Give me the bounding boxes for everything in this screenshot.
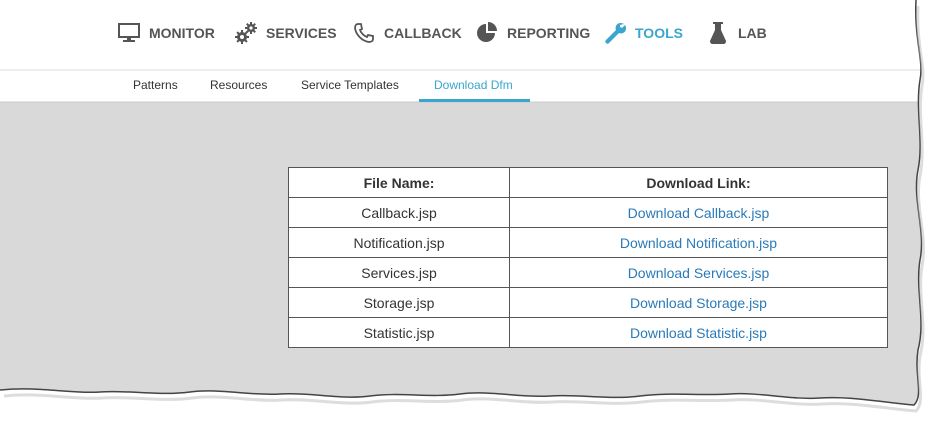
nav-label: CALLBACK	[384, 25, 462, 41]
nav-label: LAB	[738, 25, 767, 41]
nav-lab[interactable]: LAB	[706, 21, 767, 45]
file-name-cell: Services.jsp	[288, 257, 510, 288]
phone-icon	[352, 21, 376, 45]
file-name-cell: Notification.jsp	[288, 227, 510, 258]
download-link-cell: Download Callback.jsp	[509, 197, 888, 228]
download-link-cell: Download Storage.jsp	[509, 287, 888, 318]
flask-icon	[706, 21, 730, 45]
nav-services[interactable]: SERVICES	[234, 21, 337, 45]
file-name-cell: Storage.jsp	[288, 287, 510, 318]
download-link-cell: Download Statistic.jsp	[509, 317, 888, 348]
download-link-cell: Download Services.jsp	[509, 257, 888, 288]
table-row: Storage.jsp Download Storage.jsp	[288, 287, 888, 318]
download-link[interactable]: Download Storage.jsp	[630, 295, 767, 311]
screenshot-frame: MONITOR SERVICES CALLBACK REPORTING TOOL…	[0, 0, 932, 422]
nav-label: TOOLS	[635, 25, 683, 41]
main-nav: MONITOR SERVICES CALLBACK REPORTING TOOL…	[0, 3, 916, 69]
download-link[interactable]: Download Services.jsp	[628, 265, 770, 281]
nav-label: SERVICES	[266, 25, 337, 41]
pie-chart-icon	[475, 21, 499, 45]
active-tab-indicator	[419, 99, 530, 102]
table-row: Services.jsp Download Services.jsp	[288, 257, 888, 288]
tab-resources[interactable]: Resources	[210, 78, 267, 92]
table-row: Notification.jsp Download Notification.j…	[288, 227, 888, 258]
download-link-cell: Download Notification.jsp	[509, 227, 888, 258]
nav-label: REPORTING	[507, 25, 591, 41]
monitor-icon	[117, 21, 141, 45]
table-row: Statistic.jsp Download Statistic.jsp	[288, 317, 888, 348]
download-link[interactable]: Download Callback.jsp	[628, 205, 770, 221]
column-header-download-link: Download Link:	[509, 167, 888, 198]
nav-monitor[interactable]: MONITOR	[117, 21, 215, 45]
table-row: Callback.jsp Download Callback.jsp	[288, 197, 888, 228]
gears-icon	[234, 21, 258, 45]
download-table: File Name: Download Link: Callback.jsp D…	[288, 167, 888, 348]
file-name-cell: Callback.jsp	[288, 197, 510, 228]
column-header-file-name: File Name:	[288, 167, 510, 198]
tab-service-templates[interactable]: Service Templates	[301, 78, 399, 92]
file-name-cell: Statistic.jsp	[288, 317, 510, 348]
nav-label: MONITOR	[149, 25, 215, 41]
wrench-icon	[603, 21, 627, 45]
download-link[interactable]: Download Statistic.jsp	[630, 325, 767, 341]
nav-reporting[interactable]: REPORTING	[475, 21, 590, 45]
nav-tools[interactable]: TOOLS	[603, 21, 683, 45]
sub-nav: Patterns Resources Service Templates Dow…	[0, 70, 916, 102]
nav-callback[interactable]: CALLBACK	[352, 21, 462, 45]
download-link[interactable]: Download Notification.jsp	[620, 235, 777, 251]
table-header-row: File Name: Download Link:	[288, 167, 888, 198]
tab-patterns[interactable]: Patterns	[133, 78, 178, 92]
tab-download-dfm[interactable]: Download Dfm	[434, 78, 513, 92]
